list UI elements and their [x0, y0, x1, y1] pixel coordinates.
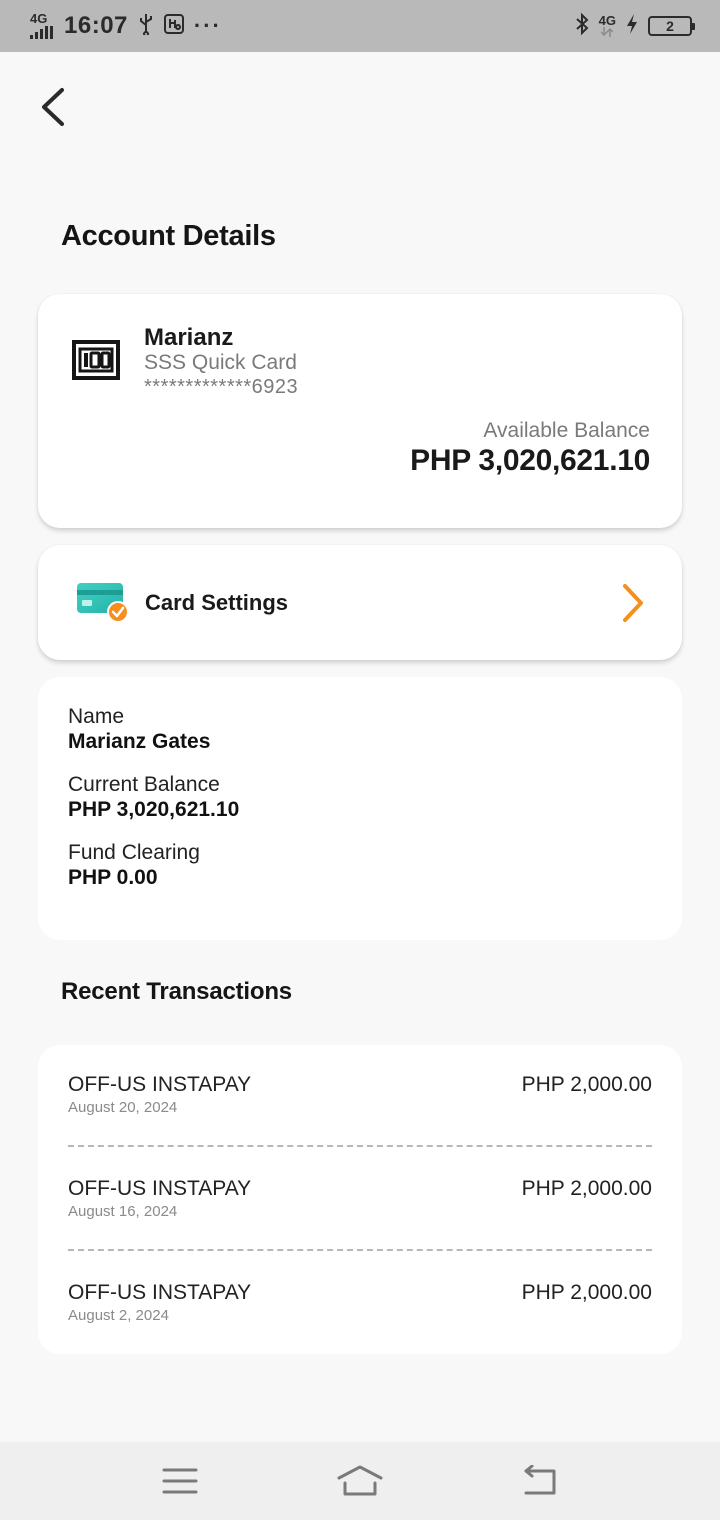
transaction-row[interactable]: OFF-US INSTAPAY August 2, 2024 PHP 2,000…	[68, 1281, 652, 1351]
credit-card-check-icon	[76, 581, 130, 628]
menu-icon	[162, 1468, 198, 1494]
nav-menu-button[interactable]	[150, 1456, 210, 1506]
available-balance-amount: PHP 3,020,621.10	[410, 444, 650, 477]
masked-card-number: *************6923	[144, 376, 299, 398]
transaction-title: OFF-US INSTAPAY	[68, 1177, 252, 1200]
fund-clearing-label: Fund Clearing	[68, 841, 200, 864]
transaction-divider	[68, 1145, 652, 1147]
page-title: Account Details	[61, 220, 276, 252]
transaction-title: OFF-US INSTAPAY	[68, 1281, 252, 1304]
status-bar: 4G 16:07 ··· 4G 2	[0, 0, 720, 52]
bluetooth-icon	[575, 12, 589, 41]
transaction-date: August 2, 2024	[68, 1307, 169, 1324]
card-settings-button[interactable]: Card Settings	[38, 545, 682, 660]
name-value: Marianz Gates	[68, 730, 211, 753]
recent-transactions-title: Recent Transactions	[61, 978, 292, 1005]
signal-icon: 4G	[30, 11, 54, 39]
status-bar-left: 4G 16:07 ···	[30, 12, 222, 40]
transaction-title: OFF-US INSTAPAY	[68, 1073, 252, 1096]
back-button[interactable]	[34, 84, 74, 130]
fund-clearing-value: PHP 0.00	[68, 866, 158, 889]
nav-back-button[interactable]	[510, 1456, 570, 1506]
charging-icon	[626, 13, 638, 40]
account-name: Marianz	[144, 324, 234, 351]
transaction-row[interactable]: OFF-US INSTAPAY August 20, 2024 PHP 2,00…	[68, 1073, 652, 1143]
usb-icon	[138, 13, 154, 40]
account-card[interactable]: Marianz SSS Quick Card *************6923…	[38, 294, 682, 528]
app-notification-icon	[163, 13, 184, 40]
network-type: 4G	[30, 11, 48, 26]
transaction-date: August 20, 2024	[68, 1099, 178, 1116]
chevron-left-icon	[42, 88, 64, 126]
transaction-amount: PHP 2,000.00	[521, 1281, 652, 1304]
status-bar-right: 4G 2	[575, 12, 695, 41]
mobile-data-type: 4G	[598, 13, 616, 28]
transactions-list: OFF-US INSTAPAY August 20, 2024 PHP 2,00…	[38, 1045, 682, 1354]
card-settings-label: Card Settings	[145, 590, 289, 615]
clock: 16:07	[64, 12, 128, 39]
more-notifications-icon: ···	[193, 13, 222, 38]
transaction-amount: PHP 2,000.00	[521, 1073, 652, 1096]
available-balance-label: Available Balance	[483, 419, 650, 442]
card-type: SSS Quick Card	[144, 351, 297, 374]
battery-icon: 2	[648, 16, 695, 36]
home-icon	[337, 1465, 383, 1496]
mobile-data-icon: 4G	[598, 13, 616, 37]
battery-level: 2	[666, 18, 674, 34]
return-icon	[524, 1465, 556, 1495]
account-info-card: Name Marianz Gates Current Balance PHP 3…	[38, 677, 682, 940]
transaction-date: August 16, 2024	[68, 1203, 178, 1220]
card-100-icon	[72, 340, 120, 385]
current-balance-label: Current Balance	[68, 773, 220, 796]
name-label: Name	[68, 705, 125, 728]
nav-home-button[interactable]	[330, 1456, 390, 1506]
transaction-divider	[68, 1249, 652, 1251]
current-balance-value: PHP 3,020,621.10	[68, 798, 240, 821]
system-nav-bar	[0, 1442, 720, 1520]
chevron-right-icon	[620, 582, 646, 629]
transaction-row[interactable]: OFF-US INSTAPAY August 16, 2024 PHP 2,00…	[68, 1177, 652, 1247]
transaction-amount: PHP 2,000.00	[521, 1177, 652, 1200]
